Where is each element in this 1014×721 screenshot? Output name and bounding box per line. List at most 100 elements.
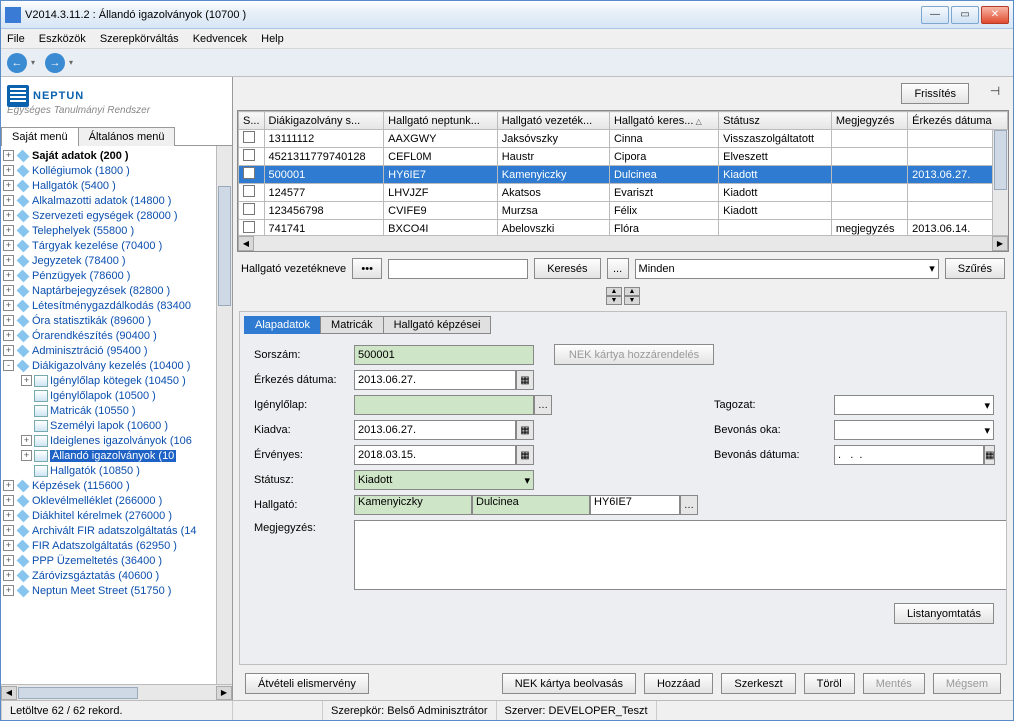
side-tab-altalanos[interactable]: Általános menü	[78, 127, 176, 146]
label-tagozat: Tagozat:	[714, 399, 834, 411]
tree-scrollbar[interactable]	[216, 146, 232, 684]
tree-item[interactable]: +Szervezeti egységek (28000 )	[3, 208, 232, 223]
window-title: V2014.3.11.2 : Állandó igazolványok (107…	[25, 9, 921, 21]
table-row[interactable]: 124577LHVJZFAkatsosEvarisztKiadott	[239, 184, 1008, 202]
grid-hscroll[interactable]: ◀▶	[238, 235, 1008, 251]
tab-alapadatok[interactable]: Alapadatok	[244, 316, 321, 334]
tree-item[interactable]: +Képzések (115600 )	[3, 478, 232, 493]
tree-hscroll[interactable]: ◀▶	[1, 684, 232, 700]
field-bevonas-oka[interactable]: ▾	[834, 420, 994, 440]
filter-input[interactable]	[388, 259, 528, 279]
back-dropdown[interactable]: ▾	[31, 58, 41, 67]
save-button[interactable]: Mentés	[863, 673, 925, 694]
side-tab-sajat[interactable]: Saját menü	[1, 127, 79, 146]
tab-matricak[interactable]: Matricák	[320, 316, 384, 334]
data-grid[interactable]: S...Diákigazolvány s...Hallgató neptunk.…	[237, 110, 1009, 252]
field-megjegyzes[interactable]	[354, 520, 1007, 590]
tree-item[interactable]: +PPP Üzemeltetés (36400 )	[3, 553, 232, 568]
date-picker-icon[interactable]: ▦	[516, 370, 534, 390]
menu-eszkozok[interactable]: Eszközök	[39, 33, 86, 45]
tree-item[interactable]: +Diákhitel kérelmek (276000 )	[3, 508, 232, 523]
tree-item[interactable]: +Jegyzetek (78400 )	[3, 253, 232, 268]
field-tagozat[interactable]: ▾	[834, 395, 994, 415]
nek-assign-button[interactable]: NEK kártya hozzárendelés	[554, 344, 714, 365]
delete-button[interactable]: Töröl	[804, 673, 855, 694]
field-igenylolap[interactable]	[354, 395, 534, 415]
menu-help[interactable]: Help	[261, 33, 284, 45]
table-row[interactable]: 123456798CVIFE9MurzsaFélixKiadott	[239, 202, 1008, 220]
pin-icon[interactable]: ⊣	[987, 83, 1003, 99]
field-ervenyes[interactable]	[354, 445, 516, 465]
tree-item[interactable]: +Órarendkészítés (90400 )	[3, 328, 232, 343]
tree-item[interactable]: +Saját adatok (200 )	[3, 148, 232, 163]
tree-item[interactable]: +Adminisztráció (95400 )	[3, 343, 232, 358]
tree-item[interactable]: +Igénylőlap kötegek (10450 )	[3, 373, 232, 388]
szures-button[interactable]: Szűrés	[945, 258, 1005, 279]
field-kiadva[interactable]	[354, 420, 516, 440]
listprint-button[interactable]: Listanyomtatás	[894, 603, 994, 624]
tree-item[interactable]: +Létesítménygazdálkodás (83400	[3, 298, 232, 313]
menu-szerepkor[interactable]: Szerepkörváltás	[100, 33, 179, 45]
tree-item[interactable]: +Ideiglenes igazolványok (106	[3, 433, 232, 448]
tree-item[interactable]: +Neptun Meet Street (51750 )	[3, 583, 232, 598]
tree-item[interactable]: +Alkalmazotti adatok (14800 )	[3, 193, 232, 208]
label-kiadva: Kiadva:	[254, 424, 354, 436]
tree-item[interactable]: Személyi lapok (10600 )	[3, 418, 232, 433]
tree-item[interactable]: +Telephelyek (55800 )	[3, 223, 232, 238]
edit-button[interactable]: Szerkeszt	[721, 673, 795, 694]
tree-item[interactable]: +Állandó igazolványok (10	[3, 448, 232, 463]
tree-item[interactable]: +Záróvizsgáztatás (40600 )	[3, 568, 232, 583]
date-picker-icon[interactable]: ▦	[984, 445, 995, 465]
tree-item[interactable]: +Naptárbejegyzések (82800 )	[3, 283, 232, 298]
igenylolap-browse-button[interactable]: …	[534, 395, 552, 415]
tree-item[interactable]: +Tárgyak kezelése (70400 )	[3, 238, 232, 253]
field-statusz[interactable]: Kiadott▾	[354, 470, 534, 490]
filter-scope-select[interactable]: Minden▾	[635, 259, 939, 279]
status-records: Letöltve 62 / 62 rekord.	[1, 701, 233, 720]
field-sorszam[interactable]	[354, 345, 534, 365]
grid-vscroll[interactable]	[992, 130, 1008, 235]
tree-item[interactable]: Igénylőlapok (10500 )	[3, 388, 232, 403]
tree-item[interactable]: +Kollégiumok (1800 )	[3, 163, 232, 178]
close-button[interactable]: ✕	[981, 6, 1009, 24]
add-button[interactable]: Hozzáad	[644, 673, 713, 694]
nek-read-button[interactable]: NEK kártya beolvasás	[502, 673, 636, 694]
student-neptun: HY6IE7	[590, 495, 680, 515]
nav-tree[interactable]: +Saját adatok (200 )+Kollégiumok (1800 )…	[1, 146, 232, 684]
filter-more-button[interactable]: ...	[607, 258, 629, 279]
search-button[interactable]: Keresés	[534, 258, 600, 279]
table-row[interactable]: 4521311779740128CEFL0MHaustrCiporaElvesz…	[239, 148, 1008, 166]
tree-item[interactable]: +Pénzügyek (78600 )	[3, 268, 232, 283]
student-browse-button[interactable]: …	[680, 495, 698, 515]
forward-button[interactable]: →	[45, 53, 65, 73]
date-picker-icon[interactable]: ▦	[516, 445, 534, 465]
minimize-button[interactable]: —	[921, 6, 949, 24]
tab-hallgato-kepzesei[interactable]: Hallgató képzései	[383, 316, 492, 334]
filter-mode-button[interactable]: •••	[352, 258, 382, 279]
tree-item[interactable]: +Archivált FIR adatszolgáltatás (14	[3, 523, 232, 538]
field-bevonas-datuma[interactable]	[834, 445, 984, 465]
tree-item[interactable]: +FIR Adatszolgáltatás (62950 )	[3, 538, 232, 553]
refresh-button[interactable]: Frissítés	[901, 83, 969, 104]
tree-item[interactable]: Hallgatók (10850 )	[3, 463, 232, 478]
tree-item[interactable]: +Oklevélmelléklet (266000 )	[3, 493, 232, 508]
row-spinner[interactable]: ▲▲ ▼▼	[606, 287, 640, 305]
field-erkezes[interactable]	[354, 370, 516, 390]
date-picker-icon[interactable]: ▦	[516, 420, 534, 440]
maximize-button[interactable]: ▭	[951, 6, 979, 24]
forward-dropdown[interactable]: ▾	[69, 58, 79, 67]
tree-item[interactable]: +Óra statisztikák (89600 )	[3, 313, 232, 328]
tree-item[interactable]: -Diákigazolvány kezelés (10400 )	[3, 358, 232, 373]
tree-item[interactable]: +Hallgatók (5400 )	[3, 178, 232, 193]
student-lastname: Kamenyiczky	[354, 495, 472, 515]
cancel-button[interactable]: Mégsem	[933, 673, 1001, 694]
table-row[interactable]: 500001HY6IE7KamenyiczkyDulcineaKiadott20…	[239, 166, 1008, 184]
back-button[interactable]: ←	[7, 53, 27, 73]
menu-kedvencek[interactable]: Kedvencek	[193, 33, 247, 45]
menu-file[interactable]: File	[7, 33, 25, 45]
atveteli-button[interactable]: Átvételi elismervény	[245, 673, 369, 694]
table-row[interactable]: 13111112AAXGWYJaksóvszkyCinnaVisszaszolg…	[239, 130, 1008, 148]
label-megjegyzes: Megjegyzés:	[254, 520, 354, 534]
tree-item[interactable]: Matricák (10550 )	[3, 403, 232, 418]
logo-subtitle: Egységes Tanulmányi Rendszer	[7, 105, 226, 116]
